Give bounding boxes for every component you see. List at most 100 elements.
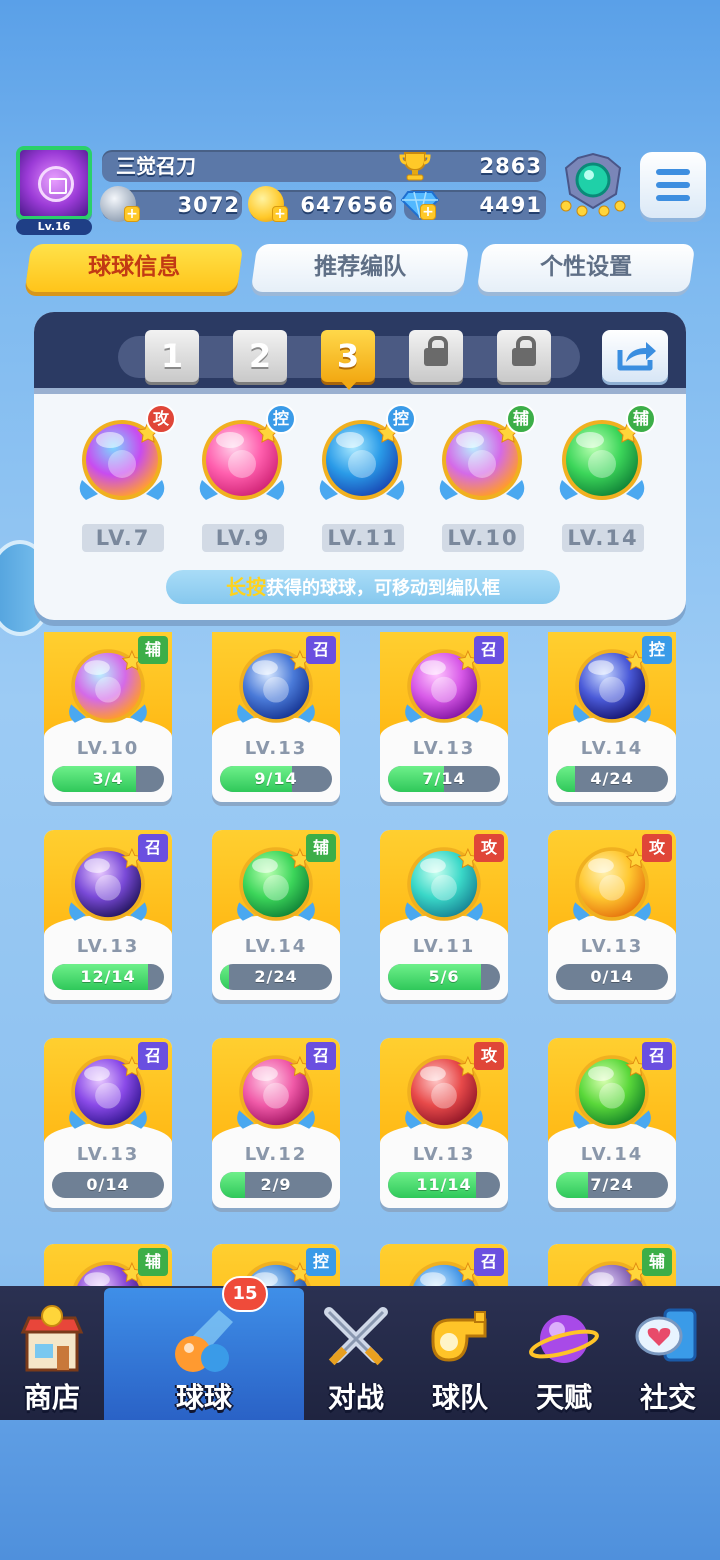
ball-type-tag: 召	[306, 636, 336, 664]
ball-type-tag: 辅	[506, 404, 536, 434]
ball-card[interactable]: 召 LV.14 7/24	[548, 1038, 676, 1208]
tab-ball-info[interactable]: 球球信息	[24, 244, 244, 292]
bottom-background	[0, 1420, 720, 1560]
ball-progress-bar: 11/14	[388, 1172, 500, 1198]
hint-bar: 长按获得的球球，可移动到编队框	[166, 570, 560, 604]
ball-progress-bar: 0/14	[52, 1172, 164, 1198]
trophy-count: 2863	[479, 154, 542, 178]
tab-personal-settings[interactable]: 个性设置	[476, 244, 696, 292]
ball-card[interactable]: 召 LV.13 7/14	[380, 632, 508, 802]
ball-progress-bar: 12/14	[52, 964, 164, 990]
ball-card[interactable]: 攻 LV.13 0/14	[548, 830, 676, 1000]
ball-card[interactable]: 攻 LV.13 11/14	[380, 1038, 508, 1208]
tab-recommended-team[interactable]: 推荐编队	[250, 244, 470, 292]
ball-type-tag: 召	[138, 1042, 168, 1070]
new-balls-badge: 15	[222, 1276, 268, 1312]
ball-type-tag: 辅	[306, 834, 336, 862]
ball-level: LV.14	[580, 1144, 644, 1165]
team-ball-4[interactable]: 辅	[432, 404, 536, 510]
team-ball-3[interactable]: 控	[312, 404, 416, 510]
ball-progress-bar: 3/4	[52, 766, 164, 792]
ball-type-tag: 攻	[474, 1042, 504, 1070]
ball-progress-bar: 7/14	[388, 766, 500, 792]
hint-text: 获得的球球，可移动到编队框	[266, 578, 500, 599]
ball-card[interactable]: 召 LV.13 12/14	[44, 830, 172, 1000]
lock-icon	[424, 336, 448, 366]
nav-whistle[interactable]: 球队	[408, 1288, 512, 1420]
chat-phone-icon	[635, 1308, 697, 1362]
team-ball-2[interactable]: 控	[192, 404, 296, 510]
ball-type-tag: 攻	[642, 834, 672, 862]
ball-progress-text: 5/6	[428, 967, 460, 986]
ball-card[interactable]: 召 LV.12 2/9	[212, 1038, 340, 1208]
ball-type-tag: 辅	[138, 636, 168, 664]
nav-crossed-swords[interactable]: 对战	[304, 1288, 408, 1420]
selected-slot-pointer	[340, 380, 358, 390]
menu-button[interactable]	[640, 152, 706, 218]
team-slot-5-locked[interactable]	[497, 330, 551, 382]
ball-level: LV.14	[580, 738, 644, 759]
nav-label: 对战	[327, 1381, 384, 1414]
team-ball-level: LV.9	[202, 524, 284, 552]
lock-icon	[512, 336, 536, 366]
team-slot-3[interactable]: 3	[321, 330, 375, 382]
nav-label: 商店	[23, 1381, 80, 1414]
ball-card[interactable]: 召 LV.13 9/14	[212, 632, 340, 802]
ball-level: LV.12	[244, 1144, 308, 1165]
team-ball-5[interactable]: 辅	[552, 404, 656, 510]
ball-type-tag: 控	[642, 636, 672, 664]
shop-icon	[20, 1305, 84, 1372]
ball-type-tag: 控	[266, 404, 296, 434]
ball-progress-text: 9/14	[254, 769, 298, 788]
ball-type-tag: 攻	[474, 834, 504, 862]
team-slot-4-locked[interactable]	[409, 330, 463, 382]
nav-balls[interactable]: 球球	[104, 1288, 304, 1420]
ball-progress-bar: 2/24	[220, 964, 332, 990]
ball-progress-text: 2/9	[260, 1175, 292, 1194]
crossed-swords-icon	[324, 1307, 388, 1366]
ball-level: LV.13	[412, 738, 476, 759]
ball-level: LV.13	[76, 1144, 140, 1165]
ball-type-tag: 召	[306, 1042, 336, 1070]
gold-coin-icon: +	[248, 186, 288, 222]
ball-level: LV.10	[76, 738, 140, 759]
nav-chat-phone[interactable]: 社交	[616, 1288, 720, 1420]
ball-progress-bar: 7/24	[556, 1172, 668, 1198]
ball-card[interactable]: 召 LV.13 0/14	[44, 1038, 172, 1208]
nav-label: 社交	[639, 1381, 696, 1414]
ball-progress-bar: 9/14	[220, 766, 332, 792]
team-slot-1[interactable]: 1	[145, 330, 199, 382]
ball-progress-text: 4/24	[590, 769, 634, 788]
nav-planet-talent[interactable]: 天赋	[512, 1288, 616, 1420]
ball-progress-text: 7/24	[590, 1175, 634, 1194]
ball-progress-bar: 2/9	[220, 1172, 332, 1198]
whistle-icon	[431, 1311, 487, 1362]
planet-talent-icon	[529, 1315, 599, 1363]
player-name: 三觉召刀	[116, 154, 196, 178]
ball-type-tag: 召	[474, 1248, 504, 1276]
gold-count: 647656	[300, 193, 394, 217]
ball-card[interactable]: 辅 LV.10 3/4	[44, 632, 172, 802]
ball-card[interactable]: 攻 LV.11 5/6	[380, 830, 508, 1000]
ball-progress-text: 3/4	[92, 769, 124, 788]
player-level-badge: Lv.16	[16, 219, 92, 235]
magic-book-icon	[38, 166, 74, 202]
ball-card[interactable]: 辅 LV.14 2/24	[212, 830, 340, 1000]
silver-count: 3072	[177, 193, 240, 217]
nav-label: 天赋	[535, 1381, 592, 1414]
balls-icon	[175, 1310, 233, 1372]
share-button[interactable]	[602, 330, 668, 382]
team-slot-2[interactable]: 2	[233, 330, 287, 382]
ball-progress-text: 2/24	[254, 967, 298, 986]
ball-progress-text: 0/14	[590, 967, 634, 986]
ball-card[interactable]: 控 LV.14 4/24	[548, 632, 676, 802]
player-avatar[interactable]	[16, 146, 92, 220]
nav-shop[interactable]: 商店	[0, 1288, 104, 1420]
ball-type-tag: 辅	[138, 1248, 168, 1276]
ball-progress-text: 12/14	[80, 967, 136, 986]
ball-progress-text: 11/14	[416, 1175, 472, 1194]
ball-progress-text: 0/14	[86, 1175, 130, 1194]
team-ball-1[interactable]: 攻	[72, 404, 176, 510]
ball-progress-text: 7/14	[422, 769, 466, 788]
rank-emblem-icon[interactable]	[558, 150, 628, 218]
